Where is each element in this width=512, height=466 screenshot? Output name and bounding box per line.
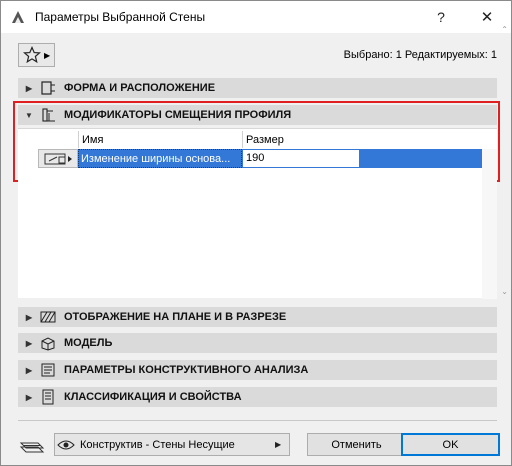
offset-modifier-icon[interactable] <box>38 149 78 168</box>
row-selection-fill <box>360 149 482 168</box>
panel-structural-analysis[interactable]: ▶ ПАРАМЕТРЫ КОНСТРУКТИВНОГО АНАЛИЗА <box>18 360 497 380</box>
column-header-size[interactable]: Размер <box>242 131 482 148</box>
star-icon <box>23 46 41 64</box>
ok-button[interactable]: OK <box>401 433 500 456</box>
title-bar: Параметры Выбранной Стены ? ✕ <box>1 1 511 33</box>
favorite-value: Конструктив - Стены Несущие <box>80 438 235 451</box>
panel-classification[interactable]: ▶ КЛАССИФИКАЦИЯ И СВОЙСТВА <box>18 387 497 407</box>
chevron-down-icon: ▼ <box>25 110 33 120</box>
panel-label: МОДЕЛЬ <box>64 337 113 349</box>
modifier-size-input[interactable]: 190 <box>242 149 360 168</box>
chevron-right-icon: ▶ <box>25 83 33 93</box>
modifiers-table: Имя Размер Изменение ширины основа... 19… <box>18 128 497 299</box>
help-button[interactable]: ? <box>421 3 461 31</box>
cancel-button[interactable]: Отменить <box>307 433 406 456</box>
classification-icon <box>38 389 58 405</box>
selection-count: Выбрано: 1 Редактируемых: 1 <box>343 49 497 61</box>
scroll-up-icon[interactable]: ⌃ <box>501 25 508 34</box>
chevron-right-icon: ▶ <box>275 440 282 449</box>
table-scrollbar[interactable] <box>482 149 497 299</box>
table-row[interactable]: Изменение ширины основа... 190 <box>18 149 482 168</box>
archicad-app-icon <box>12 11 24 23</box>
scroll-down-icon[interactable]: ⌄ <box>501 287 508 296</box>
panel-label: ОТОБРАЖЕНИЕ НА ПЛАНЕ И В РАЗРЕЗЕ <box>64 311 287 323</box>
wall-settings-dialog: Параметры Выбранной Стены ? ✕ ▶ Выбрано:… <box>0 0 512 466</box>
panel-model[interactable]: ▶ МОДЕЛЬ <box>18 333 497 353</box>
model-box-icon <box>38 335 58 351</box>
profile-modifier-icon <box>38 107 58 123</box>
column-header-name[interactable]: Имя <box>78 131 244 148</box>
chevron-right-icon: ▶ <box>44 50 51 60</box>
modifier-name-cell[interactable]: Изменение ширины основа... <box>78 149 242 168</box>
chevron-right-icon: ▶ <box>25 312 33 322</box>
favorite-dropdown[interactable]: Конструктив - Стены Несущие ▶ <box>54 433 290 456</box>
panel-profile-modifiers[interactable]: ▼ МОДИФИКАТОРЫ СМЕЩЕНИЯ ПРОФИЛЯ <box>18 105 497 125</box>
panel-label: МОДИФИКАТОРЫ СМЕЩЕНИЯ ПРОФИЛЯ <box>64 109 292 121</box>
chevron-right-icon: ▶ <box>25 392 33 402</box>
footer-divider <box>18 420 497 421</box>
panel-shape-and-position[interactable]: ▶ ФОРМА И РАСПОЛОЖЕНИЕ <box>18 78 497 98</box>
window-title: Параметры Выбранной Стены <box>35 10 206 24</box>
layer-stack-icon <box>19 442 45 453</box>
panel-floor-plan-section[interactable]: ▶ ОТОБРАЖЕНИЕ НА ПЛАНЕ И В РАЗРЕЗЕ <box>18 307 497 327</box>
structural-analysis-icon <box>38 362 58 378</box>
panel-label: ПАРАМЕТРЫ КОНСТРУКТИВНОГО АНАЛИЗА <box>64 364 309 376</box>
chevron-right-icon: ▶ <box>25 338 33 348</box>
wall-geometry-icon <box>38 80 58 96</box>
panel-label: КЛАССИФИКАЦИЯ И СВОЙСТВА <box>64 391 242 403</box>
panel-label: ФОРМА И РАСПОЛОЖЕНИЕ <box>64 82 216 94</box>
eye-icon <box>55 439 77 451</box>
chevron-right-icon: ▶ <box>25 365 33 375</box>
floor-plan-icon <box>38 309 58 325</box>
favorites-button[interactable]: ▶ <box>18 43 55 67</box>
